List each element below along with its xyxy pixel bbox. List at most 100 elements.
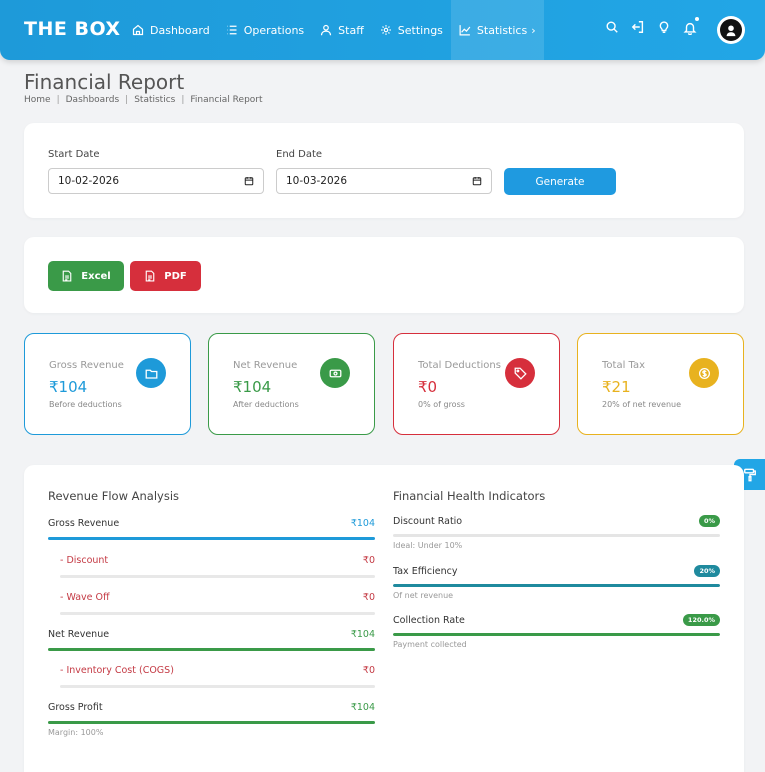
flow-row-net-revenue: Net Revenue ₹104 bbox=[48, 624, 375, 644]
nav-item-dashboard[interactable]: Dashboard bbox=[124, 0, 218, 60]
nav-item-settings[interactable]: Settings bbox=[372, 0, 451, 60]
health-subtext: Ideal: Under 10% bbox=[393, 541, 463, 550]
stat-subtext: 0% of gross bbox=[418, 400, 465, 409]
pdf-label: PDF bbox=[164, 270, 187, 282]
flow-row-gross-profit: Gross Profit ₹104 bbox=[48, 697, 375, 717]
nav-label: Dashboard bbox=[150, 23, 210, 37]
breadcrumb-dashboards[interactable]: Dashboards bbox=[66, 95, 120, 105]
flow-row-cogs: - Inventory Cost (COGS) ₹0 bbox=[60, 660, 375, 680]
money-icon bbox=[320, 358, 350, 388]
stat-value: ₹0 bbox=[418, 378, 438, 396]
flow-value: ₹0 bbox=[362, 554, 375, 566]
breadcrumb-separator: | bbox=[125, 95, 129, 105]
search-icon[interactable] bbox=[605, 20, 619, 34]
calendar-icon[interactable] bbox=[244, 176, 254, 186]
health-row-tax-efficiency: Tax Efficiency 20% bbox=[393, 565, 720, 577]
bell-wrapper[interactable] bbox=[683, 17, 699, 36]
end-date-value: 10-03-2026 bbox=[286, 175, 348, 187]
flow-value: ₹104 bbox=[350, 701, 375, 713]
flow-bar bbox=[60, 685, 375, 688]
flow-bar bbox=[48, 648, 375, 651]
file-pdf-icon bbox=[145, 270, 155, 282]
flow-bar bbox=[48, 721, 375, 724]
home-icon bbox=[132, 24, 144, 36]
main-nav: Dashboard Operations Staff Settings Stat… bbox=[124, 0, 544, 60]
stat-label: Gross Revenue bbox=[49, 360, 124, 371]
nav-label: Statistics bbox=[476, 23, 528, 37]
avatar-image bbox=[720, 19, 742, 41]
stat-subtext: After deductions bbox=[233, 400, 299, 409]
health-progress-track bbox=[393, 584, 720, 587]
stat-label: Net Revenue bbox=[233, 360, 298, 371]
stat-card-total-deductions: Total Deductions ₹0 0% of gross bbox=[393, 333, 560, 435]
flow-value: ₹0 bbox=[362, 591, 375, 603]
brand-logo[interactable]: THE BOX bbox=[24, 18, 121, 40]
margin-text: Margin: 100% bbox=[48, 728, 104, 737]
flow-row-discount: - Discount ₹0 bbox=[60, 550, 375, 570]
flow-value: ₹104 bbox=[350, 628, 375, 640]
export-card: Excel PDF bbox=[24, 237, 744, 313]
gear-icon bbox=[380, 25, 391, 35]
start-date-input[interactable]: 10-02-2026 bbox=[48, 168, 264, 194]
page-title: Financial Report bbox=[24, 70, 185, 94]
avatar-face-icon bbox=[726, 25, 736, 37]
nav-item-staff[interactable]: Staff bbox=[312, 0, 372, 60]
flow-row-wave-off: - Wave Off ₹0 bbox=[60, 587, 375, 607]
breadcrumb-home[interactable]: Home bbox=[24, 95, 51, 105]
flow-bar bbox=[60, 575, 375, 578]
breadcrumb-statistics[interactable]: Statistics bbox=[134, 95, 175, 105]
health-label: Tax Efficiency bbox=[393, 565, 458, 577]
health-title: Financial Health Indicators bbox=[393, 489, 546, 503]
nav-item-statistics[interactable]: Statistics › bbox=[450, 0, 544, 60]
nav-label: Staff bbox=[338, 23, 364, 37]
user-icon bbox=[321, 24, 332, 36]
flow-bar bbox=[48, 537, 375, 540]
dollar-icon bbox=[689, 358, 719, 388]
calendar-icon[interactable] bbox=[472, 176, 482, 186]
nav-item-operations[interactable]: Operations bbox=[218, 0, 312, 60]
flow-label: Gross Revenue bbox=[48, 517, 120, 529]
chart-line-icon bbox=[459, 25, 471, 36]
stat-value: ₹21 bbox=[602, 378, 631, 396]
health-row-discount-ratio: Discount Ratio 0% bbox=[393, 515, 720, 527]
health-label: Collection Rate bbox=[393, 614, 465, 626]
stat-label: Total Deductions bbox=[418, 360, 501, 371]
analysis-card: Revenue Flow Analysis Gross Revenue ₹104… bbox=[24, 465, 744, 772]
header-actions bbox=[605, 17, 699, 36]
pdf-export-button[interactable]: PDF bbox=[130, 261, 201, 291]
stat-card-total-tax: Total Tax ₹21 20% of net revenue bbox=[577, 333, 744, 435]
health-subtext: Of net revenue bbox=[393, 591, 454, 600]
health-row-collection-rate: Collection Rate 120.0% bbox=[393, 614, 720, 626]
start-date-value: 10-02-2026 bbox=[58, 175, 120, 187]
flow-label: - Wave Off bbox=[60, 591, 110, 603]
health-progress-fill bbox=[393, 633, 720, 636]
health-badge: 120.0% bbox=[682, 614, 720, 626]
generate-button[interactable]: Generate bbox=[504, 168, 616, 195]
stat-subtext: Before deductions bbox=[49, 400, 122, 409]
health-progress-track bbox=[393, 633, 720, 636]
health-badge: 20% bbox=[694, 565, 720, 577]
folder-icon bbox=[136, 358, 166, 388]
date-filter-card: Start Date 10-02-2026 End Date 10-03-202… bbox=[24, 123, 744, 218]
breadcrumb-current: Financial Report bbox=[190, 95, 263, 105]
list-icon bbox=[227, 25, 237, 35]
health-progress-track bbox=[393, 534, 720, 537]
paint-roller-icon bbox=[743, 468, 756, 481]
breadcrumb-separator: | bbox=[181, 95, 185, 105]
flow-bar bbox=[60, 612, 375, 615]
flow-row-gross-revenue: Gross Revenue ₹104 bbox=[48, 513, 375, 533]
stat-value: ₹104 bbox=[49, 378, 88, 396]
excel-export-button[interactable]: Excel bbox=[48, 261, 124, 291]
breadcrumb: Home | Dashboards | Statistics | Financi… bbox=[24, 95, 263, 105]
flow-label: Gross Profit bbox=[48, 701, 103, 713]
breadcrumb-separator: | bbox=[56, 95, 60, 105]
flow-value: ₹104 bbox=[350, 517, 375, 529]
stat-card-gross-revenue: Gross Revenue ₹104 Before deductions bbox=[24, 333, 191, 435]
end-date-input[interactable]: 10-03-2026 bbox=[276, 168, 492, 194]
logout-icon[interactable] bbox=[631, 20, 645, 34]
flow-value: ₹0 bbox=[362, 664, 375, 676]
stat-subtext: 20% of net revenue bbox=[602, 400, 682, 409]
avatar[interactable] bbox=[717, 16, 745, 44]
bell-icon bbox=[683, 22, 697, 36]
bulb-icon[interactable] bbox=[657, 20, 671, 34]
